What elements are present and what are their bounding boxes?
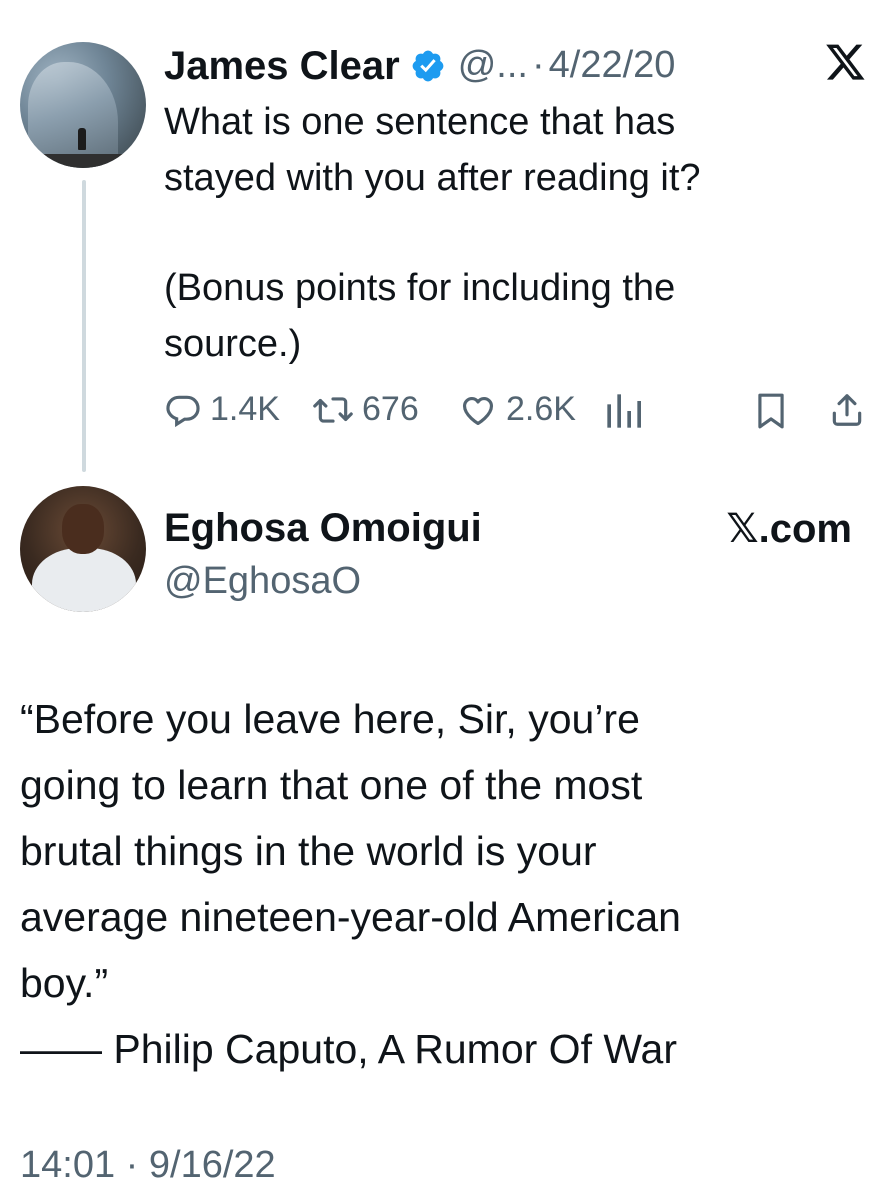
header-separator: · — [531, 44, 545, 86]
reply-timestamp[interactable]: 14:01 · 9/16/22 — [20, 1144, 276, 1187]
reply-count: 1.4K — [210, 390, 280, 428]
avatar-body-shape — [32, 548, 136, 612]
author-handle[interactable]: @... — [458, 44, 528, 87]
x-logo-icon[interactable] — [826, 44, 866, 82]
retweet-icon — [313, 396, 353, 423]
reply-author-name[interactable]: Eghosa Omoigui — [164, 508, 482, 548]
original-tweet-line-3: (Bonus points for including the — [164, 267, 676, 309]
james-clear-avatar[interactable] — [20, 42, 146, 168]
reply-timestamp-separator: · — [125, 1144, 139, 1186]
quote-line: brutal things in the world is your — [20, 828, 597, 874]
original-tweet-line-1: What is one sentence that has — [164, 101, 676, 143]
avatar-figure-shape — [78, 128, 86, 150]
tweet-date[interactable]: 4/22/20 — [549, 44, 676, 87]
avatar-rock-shape — [28, 62, 118, 168]
reply-time: 14:01 — [20, 1144, 116, 1186]
quote-line: going to learn that one of the most — [20, 762, 643, 808]
reply-icon — [166, 395, 200, 427]
author-name[interactable]: James Clear — [164, 46, 400, 86]
quote-line: “Before you leave here, Sir, you’re — [20, 696, 640, 742]
eghosa-omoigui-avatar[interactable] — [20, 486, 146, 612]
quote-line: boy.” — [20, 960, 109, 1006]
avatar-ground-shape — [20, 154, 146, 168]
reply-author-handle[interactable]: @EghosaO — [164, 560, 361, 603]
avatar-head-shape — [62, 504, 104, 554]
views-icon[interactable] — [604, 394, 644, 428]
thread-line — [82, 180, 86, 472]
like-button[interactable]: 2.6K — [458, 390, 576, 429]
quote-attribution: —— Philip Caputo, A Rumor Of War — [20, 1026, 677, 1072]
verified-badge-icon — [410, 48, 446, 84]
original-tweet-header: James Clear @... · 4/22/20 — [164, 44, 675, 87]
reply-quote-text: “Before you leave here, Sir, you’re goin… — [20, 686, 681, 1082]
retweet-count: 676 — [362, 390, 419, 428]
retweet-button[interactable]: 676 — [312, 390, 419, 429]
like-count: 2.6K — [506, 390, 576, 428]
x-com-source-label[interactable]: 𝕏.com — [726, 506, 852, 552]
heart-icon — [462, 396, 494, 425]
original-tweet-line-4: source.) — [164, 323, 302, 365]
reply-date: 9/16/22 — [148, 1144, 276, 1186]
bookmark-icon[interactable] — [754, 392, 788, 430]
original-tweet-line-2: stayed with you after reading it? — [164, 157, 701, 199]
share-icon[interactable] — [828, 390, 866, 430]
quote-line: average nineteen-year-old American — [20, 894, 681, 940]
reply-button[interactable]: 1.4K — [164, 390, 280, 429]
